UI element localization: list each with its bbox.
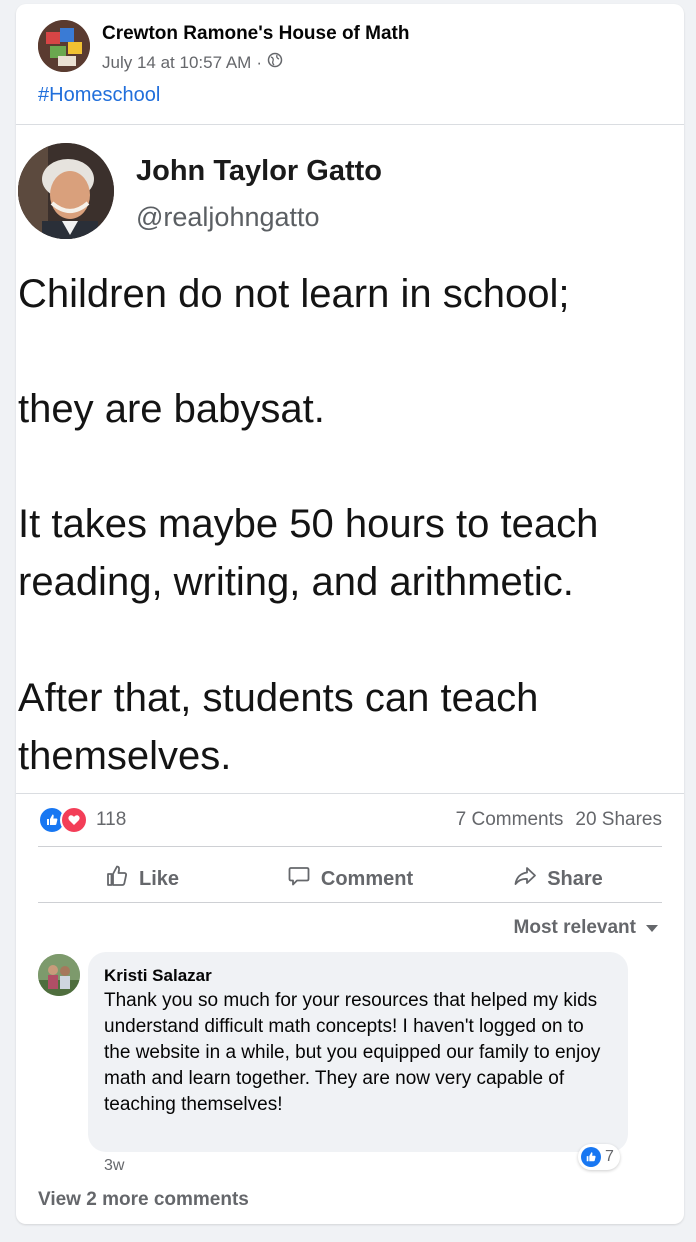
share-count-link[interactable]: 20 Shares [575, 809, 662, 831]
tweet-line: Children do not learn in school; [18, 272, 570, 316]
share-label: Share [547, 867, 603, 890]
comment-bubble: Kristi Salazar Thank you so much for you… [88, 952, 628, 1152]
view-more-comments-link[interactable]: View 2 more comments [38, 1189, 249, 1211]
tweet-line: It takes maybe 50 hours to teach [18, 502, 599, 546]
tweet-line: themselves. [18, 734, 232, 778]
tweet-line: After that, students can teach [18, 676, 539, 720]
tweet-author-name: John Taylor Gatto [136, 155, 382, 187]
sort-label: Most relevant [513, 917, 636, 938]
action-bar: Like Comment Share [38, 852, 662, 906]
comment-button[interactable]: Comment [246, 852, 454, 906]
share-arrow-icon [513, 864, 537, 894]
page-name[interactable]: Crewton Ramone's House of Math [102, 23, 410, 45]
speech-bubble-icon [287, 864, 311, 894]
reaction-summary[interactable]: 118 [38, 806, 126, 834]
post-timestamp[interactable]: July 14 at 10:57 AM [102, 53, 251, 73]
globe-icon[interactable] [267, 52, 283, 73]
post-meta: July 14 at 10:57 AM · [102, 52, 283, 73]
page-avatar[interactable] [38, 20, 90, 72]
tweet-line: they are babysat. [18, 387, 325, 431]
comment-reaction-count: 7 [605, 1148, 614, 1165]
reaction-count: 118 [96, 809, 127, 830]
divider [38, 846, 662, 847]
post-image[interactable]: John Taylor Gatto @realjohngatto Childre… [16, 124, 684, 794]
tweet-author-avatar [18, 143, 114, 239]
comment-time[interactable]: 3w [104, 1157, 124, 1175]
divider [38, 902, 662, 903]
comment-reactions[interactable]: 7 [578, 1144, 620, 1170]
like-label: Like [138, 867, 180, 890]
comment-author[interactable]: Kristi Salazar [104, 966, 212, 986]
like-button[interactable]: Like [38, 852, 246, 906]
engagement-counts: 7 Comments 20 Shares [456, 809, 662, 831]
meta-separator: · [256, 52, 262, 72]
post-card: Crewton Ramone's House of Math July 14 a… [16, 4, 684, 1224]
like-icon [581, 1147, 601, 1167]
love-icon [60, 806, 88, 834]
tweet-author-handle: @realjohngatto [136, 202, 320, 232]
comment-label: Comment [320, 867, 414, 890]
comment-count-link[interactable]: 7 Comments [456, 809, 564, 831]
thumbs-up-icon [105, 864, 129, 894]
share-button[interactable]: Share [454, 852, 662, 906]
comment-sort-dropdown[interactable]: Most relevant [514, 917, 658, 939]
comment-text: Thank you so much for your resources tha… [104, 990, 601, 1115]
commenter-avatar[interactable] [38, 954, 80, 996]
caret-down-icon [646, 917, 658, 939]
tweet-line: reading, writing, and arithmetic. [18, 560, 574, 604]
hashtag-link[interactable]: #Homeschool [38, 84, 160, 107]
